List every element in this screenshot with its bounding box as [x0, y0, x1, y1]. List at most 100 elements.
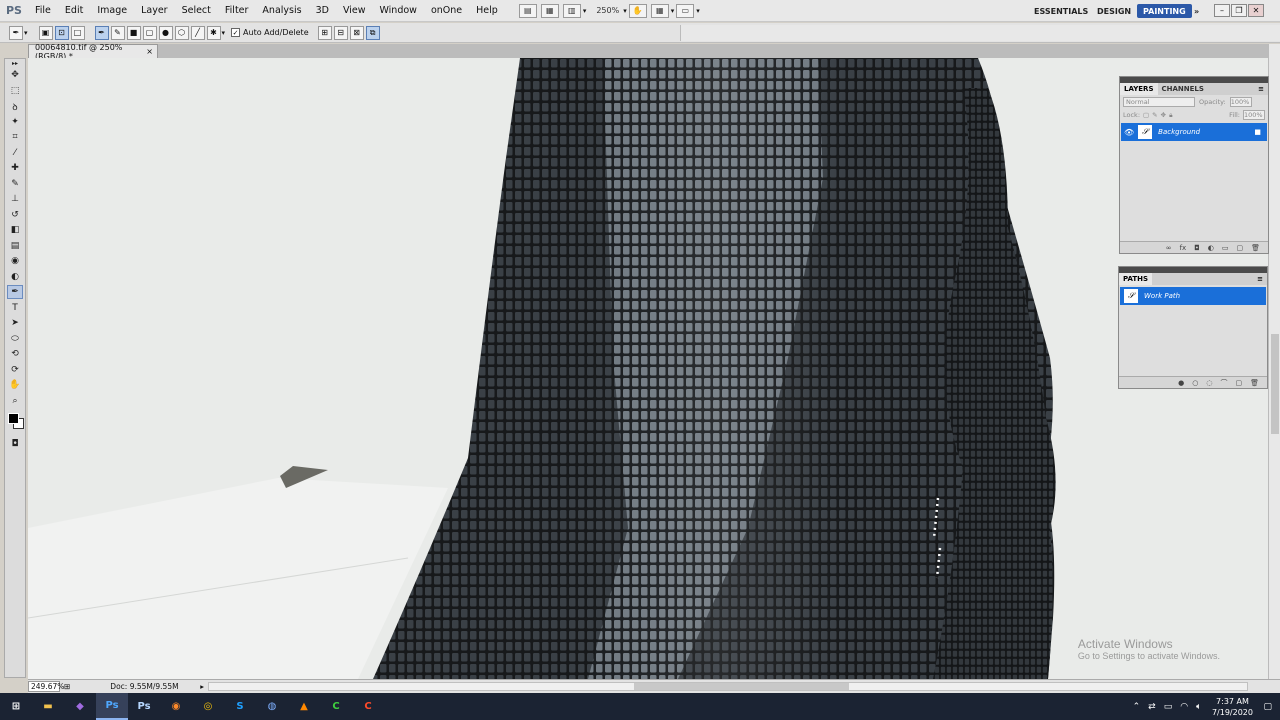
quick-selection-tool-icon[interactable]: ✦	[7, 115, 23, 129]
lasso-tool-icon[interactable]: ꝺ	[7, 99, 23, 113]
menu-help[interactable]: Help	[469, 5, 505, 16]
menu-file[interactable]: File	[28, 5, 58, 16]
exclude-path-icon[interactable]: ⧉	[365, 25, 380, 40]
file-explorer-icon[interactable]: ▬	[32, 693, 64, 720]
notifications-icon[interactable]: ▢	[1263, 702, 1272, 712]
zoom-level-select[interactable]: 250%	[592, 4, 623, 18]
intersect-path-icon[interactable]: ⊠	[349, 25, 364, 40]
browser-globe-icon[interactable]: ◍	[256, 693, 288, 720]
lock-all-icon[interactable]: 🔒︎	[1169, 111, 1172, 120]
chevron-down-icon[interactable]: ▾	[671, 7, 675, 15]
vertical-scrollbar[interactable]	[1268, 44, 1280, 679]
horizontal-scrollbar-thumb[interactable]	[634, 683, 849, 690]
chevron-down-icon[interactable]: ▾	[623, 7, 627, 15]
menu-view[interactable]: View	[336, 5, 373, 16]
crop-tool-icon[interactable]: ⌗	[7, 130, 23, 144]
close-icon[interactable]: ✕	[1248, 4, 1264, 17]
menu-filter[interactable]: Filter	[218, 5, 256, 16]
status-menu-arrow-icon[interactable]: ▸	[200, 682, 204, 691]
dodge-tool-icon[interactable]: ◐	[7, 270, 23, 284]
zoom-level-field[interactable]: 249.67%	[28, 681, 64, 692]
type-tool-icon[interactable]: T	[7, 301, 23, 315]
firefox-icon[interactable]: ◉	[160, 693, 192, 720]
tab-layers[interactable]: LAYERS	[1120, 83, 1158, 95]
close-tab-icon[interactable]: ×	[146, 47, 153, 56]
launch-bridge-button[interactable]: ▤	[518, 3, 537, 18]
fill-field[interactable]: 100%	[1243, 110, 1265, 120]
ellipse-icon[interactable]: ●	[158, 25, 173, 40]
chevron-down-icon[interactable]: ▾	[24, 29, 28, 37]
panel-menu-icon[interactable]: ≡	[1257, 275, 1267, 283]
tab-paths[interactable]: PATHS	[1119, 273, 1153, 285]
layer-mask-icon[interactable]: ◘	[1194, 244, 1200, 252]
custom-shape-icon[interactable]: ✱	[206, 25, 221, 40]
paths-mode-icon[interactable]: ⊡	[54, 25, 69, 40]
minimize-icon[interactable]: –	[1214, 4, 1230, 17]
blend-mode-select[interactable]: Normal	[1123, 97, 1195, 107]
subtract-path-icon[interactable]: ⊟	[333, 25, 348, 40]
3d-orbit-tool-icon[interactable]: ⟳	[7, 363, 23, 377]
photoshop-taskbar-icon[interactable]: Ps	[96, 693, 128, 720]
workspace-design[interactable]: DESIGN	[1091, 4, 1137, 18]
hand-tool-icon[interactable]: ✋	[7, 378, 23, 392]
chrome-icon[interactable]: ◎	[192, 693, 224, 720]
layer-row-background[interactable]: 👁︎ 𝒮 Background ■	[1121, 123, 1267, 141]
menu-onone[interactable]: onOne	[424, 5, 469, 16]
zoom-tool-icon[interactable]: ⌕	[7, 394, 23, 408]
hand-tool-button[interactable]: ✋	[628, 3, 647, 18]
chevron-down-icon[interactable]: ▾	[696, 7, 700, 15]
foreground-color-swatch[interactable]	[8, 413, 19, 424]
lock-move-icon[interactable]: ✥	[1161, 111, 1166, 119]
tab-channels[interactable]: CHANNELS	[1158, 83, 1208, 95]
menu-window[interactable]: Window	[372, 5, 423, 16]
photoshop-alt-taskbar-icon[interactable]: Ps	[128, 693, 160, 720]
blur-tool-icon[interactable]: ◉	[7, 254, 23, 268]
adjustment-layer-icon[interactable]: ◐	[1208, 244, 1214, 252]
vlc-icon[interactable]: ▲	[288, 693, 320, 720]
panel-grip-icon[interactable]: ▸▸	[7, 60, 23, 67]
menu-select[interactable]: Select	[175, 5, 218, 16]
eraser-tool-icon[interactable]: ◧	[7, 223, 23, 237]
workspace-essentials[interactable]: ESSENTIALS	[1028, 4, 1094, 18]
fill-path-icon[interactable]: ●	[1178, 379, 1184, 387]
quick-mask-icon[interactable]: ◘	[7, 437, 23, 451]
add-to-path-icon[interactable]: ⊞	[317, 25, 332, 40]
auto-add-delete-checkbox[interactable]: ✓	[231, 28, 241, 37]
history-brush-tool-icon[interactable]: ↺	[7, 208, 23, 222]
new-layer-icon[interactable]: ▢	[1236, 244, 1243, 252]
stroke-path-icon[interactable]: ○	[1192, 379, 1198, 387]
eyedropper-tool-icon[interactable]: ⁄	[7, 146, 23, 160]
healing-brush-tool-icon[interactable]: ✚	[7, 161, 23, 175]
path-row-work-path[interactable]: 𝒮 Work Path	[1120, 287, 1266, 305]
lock-paint-icon[interactable]: ✎	[1152, 111, 1157, 119]
link-layers-icon[interactable]: ∞	[1166, 244, 1172, 252]
opacity-field[interactable]: 100%	[1229, 97, 1252, 107]
chevron-down-icon[interactable]: ▾	[583, 7, 587, 15]
pen-tool-icon[interactable]: ✒	[7, 285, 23, 299]
pen-icon[interactable]: ✒	[94, 25, 109, 40]
volume-icon[interactable]: 🔈︎	[1196, 702, 1201, 712]
chevron-down-icon[interactable]: ▾	[222, 29, 226, 37]
wifi-icon[interactable]: ◠	[1180, 702, 1188, 712]
marquee-tool-icon[interactable]: ⬚	[7, 84, 23, 98]
rectangle-icon[interactable]: ■	[126, 25, 141, 40]
arrange-documents-button[interactable]: ▦	[650, 3, 669, 18]
delete-layer-icon[interactable]: 🗑︎	[1251, 244, 1260, 252]
workspace-painting[interactable]: PAINTING	[1137, 4, 1192, 18]
lock-transparency-icon[interactable]: ▢	[1143, 111, 1149, 119]
network-icon[interactable]: ⇄	[1148, 702, 1156, 712]
menu-layer[interactable]: Layer	[134, 5, 175, 16]
clone-stamp-tool-icon[interactable]: ⊥	[7, 192, 23, 206]
new-group-icon[interactable]: ▭	[1222, 244, 1229, 252]
menu-3d[interactable]: 3D	[309, 5, 336, 16]
vertical-scrollbar-thumb[interactable]	[1271, 334, 1279, 434]
shape-tool-icon[interactable]: ⬭	[7, 332, 23, 346]
3d-rotate-tool-icon[interactable]: ⟲	[7, 347, 23, 361]
path-selection-tool-icon[interactable]: ➤	[7, 316, 23, 330]
gradient-tool-icon[interactable]: ▤	[7, 239, 23, 253]
delete-path-icon[interactable]: 🗑︎	[1250, 379, 1259, 387]
status-options-icon[interactable]: ⊞	[64, 682, 70, 691]
snagit-icon[interactable]: C	[352, 693, 384, 720]
visual-studio-icon[interactable]: ◆	[64, 693, 96, 720]
panel-menu-icon[interactable]: ≡	[1258, 85, 1268, 93]
